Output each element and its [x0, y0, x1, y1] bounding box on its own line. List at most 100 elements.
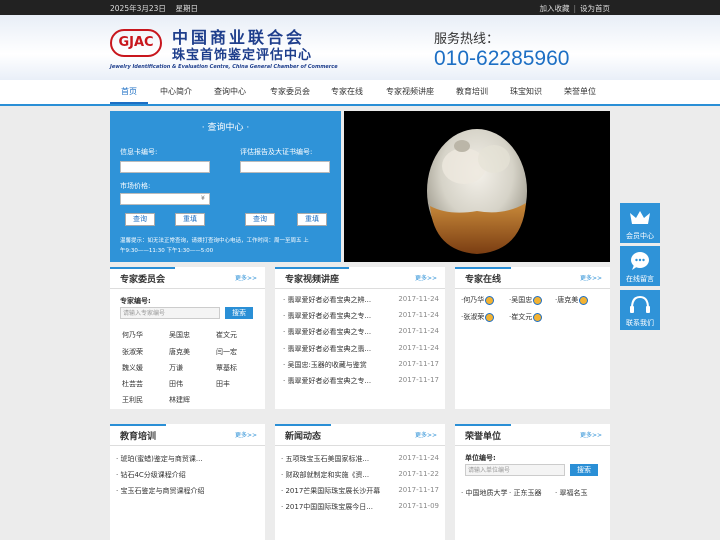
education-item-title: 钻石4C分级课程介绍 [120, 471, 186, 479]
market-price-input[interactable] [120, 193, 210, 205]
honor-unit[interactable]: · 正东玉器 [509, 488, 541, 498]
top-bar: 2025年3月23日 星期日 加入收藏 | 设为首页 [0, 0, 720, 15]
news-item[interactable]: · 2017中国国际珠宝展今日... 2017-11-09 [281, 502, 439, 512]
honor-units-more-link[interactable]: 更多>> [580, 430, 602, 439]
qq-chat-icon[interactable] [485, 295, 495, 305]
honor-unit[interactable]: · 翠福名玉 [555, 488, 587, 498]
card-reset-button[interactable]: 重填 [175, 213, 205, 226]
news-item-date: 2017-11-17 [398, 486, 439, 494]
video-item-title: 翡翠爱好者必看宝典之专... [287, 328, 372, 336]
set-homepage-link[interactable]: 设为首页 [580, 4, 610, 13]
add-favorite-link[interactable]: 加入收藏 [539, 4, 569, 13]
expert-name[interactable]: 王利民 [122, 395, 143, 405]
nav-home[interactable]: 首页 [110, 80, 148, 104]
expert-name[interactable]: 张淑荣 [122, 347, 143, 357]
expert-name[interactable]: 田伟 [169, 379, 183, 389]
video-item[interactable]: · 翡翠爱好者必看宝典之专... 2017-11-24 [283, 311, 439, 321]
online-expert[interactable]: ·吴国忠 [509, 295, 543, 305]
expert-name[interactable]: 田丰 [216, 379, 230, 389]
expert-id-label: 专家编号: [120, 297, 151, 305]
video-item-date: 2017-11-17 [398, 376, 439, 384]
expert-name[interactable]: 唐克美 [169, 347, 190, 357]
online-expert-name: 张淑荣 [463, 313, 485, 321]
news-item-date: 2017-11-24 [398, 454, 439, 462]
unit-id-input[interactable]: 请输入单位编号 [465, 464, 565, 476]
qq-chat-icon[interactable] [485, 312, 495, 322]
expert-name[interactable]: 崔文元 [216, 330, 237, 340]
expert-name[interactable]: 万谦 [169, 363, 183, 373]
nav-experts[interactable]: 专家委员会 [262, 80, 318, 104]
video-lecture-panel: 专家视频讲座 更多>> · 翡翠爱好者必看宝典之辨... 2017-11-24 ·… [275, 267, 445, 409]
expert-name[interactable]: 林建辉 [169, 395, 190, 405]
news-item[interactable]: · 2017芒果国际珠宝展长沙开幕 2017-11-17 [281, 486, 439, 496]
expert-committee-title: 专家委员会 [110, 267, 176, 289]
report-number-label: 评估报告及大证书编号: [240, 148, 313, 156]
news-item-title: 财政部就制定和实施《资... [285, 471, 370, 479]
honor-units-title: 荣誉单位 [455, 424, 512, 446]
member-center-button[interactable]: 会员中心 [620, 203, 660, 243]
education-more-link[interactable]: 更多>> [235, 430, 257, 439]
online-expert[interactable]: ·唐克美 [555, 295, 589, 305]
qq-chat-icon[interactable] [579, 295, 589, 305]
education-item[interactable]: · 钻石4C分级课程介绍 [116, 470, 186, 480]
online-message-button[interactable]: 在线留言 [620, 246, 660, 286]
news-more-link[interactable]: 更多>> [415, 430, 437, 439]
qq-chat-icon[interactable] [533, 312, 543, 322]
experts-online-more-link[interactable]: 更多>> [580, 273, 602, 282]
currency-symbol: ¥ [201, 195, 205, 202]
video-item[interactable]: · 翡翠爱好者必看宝典之辨... 2017-11-24 [283, 295, 439, 305]
video-item-title: 翡翠爱好者必看宝典之翡... [287, 345, 372, 353]
expert-committee-more-link[interactable]: 更多>> [235, 273, 257, 282]
nav-online[interactable]: 专家在线 [324, 80, 370, 104]
news-item[interactable]: · 财政部就制定和实施《资... 2017-11-22 [281, 470, 439, 480]
nav-education[interactable]: 教育培训 [450, 80, 494, 104]
online-expert-name: 何乃华 [463, 296, 485, 304]
report-number-input[interactable] [240, 161, 330, 173]
report-query-button[interactable]: 查询 [245, 213, 275, 226]
education-title: 教育培训 [110, 424, 167, 446]
online-expert[interactable]: ·何乃华 [461, 295, 495, 305]
online-expert-name: 崔文元 [511, 313, 533, 321]
online-expert[interactable]: ·崔文元 [509, 312, 543, 322]
honor-unit[interactable]: · 中国地质大学 [461, 488, 507, 498]
video-item[interactable]: · 吴国忠:玉器的收藏与鉴赏 2017-11-17 [283, 360, 439, 370]
expert-search-button[interactable]: 搜索 [225, 307, 253, 319]
expert-name[interactable]: 闫一宏 [216, 347, 237, 357]
news-item-title: 2017中国国际珠宝展今日... [285, 503, 373, 511]
nav-about[interactable]: 中心简介 [152, 80, 200, 104]
nav-query[interactable]: 查询中心 [206, 80, 254, 104]
video-item[interactable]: · 翡翠爱好者必看宝典之专... 2017-11-24 [283, 327, 439, 337]
expert-name[interactable]: 覃基标 [216, 363, 237, 373]
education-item[interactable]: · 宝玉石鉴定与商贸课程介绍 [116, 486, 204, 496]
video-lecture-more-link[interactable]: 更多>> [415, 273, 437, 282]
banner-image[interactable] [344, 111, 610, 262]
nav-video[interactable]: 专家视频讲座 [380, 80, 440, 104]
contact-us-button[interactable]: 联系我们 [620, 290, 660, 330]
video-item[interactable]: · 翡翠爱好者必看宝典之专... 2017-11-17 [283, 376, 439, 386]
education-item-title: 琥珀(蜜蜡)鉴定与商贸课... [120, 455, 203, 463]
weekday-text: 星期日 [175, 4, 198, 13]
experts-online-header: 专家在线 更多>> [455, 267, 610, 289]
video-item-title: 翡翠爱好者必看宝典之辨... [287, 296, 372, 304]
video-item[interactable]: · 翡翠爱好者必看宝典之翡... 2017-11-24 [283, 344, 439, 354]
expert-name[interactable]: 吴国忠 [169, 330, 190, 340]
unit-search-button[interactable]: 搜索 [570, 464, 598, 476]
expert-name[interactable]: 杜芸芸 [122, 379, 143, 389]
card-number-input[interactable] [120, 161, 210, 173]
expert-name[interactable]: 何乃华 [122, 330, 143, 340]
news-panel: 新闻动态 更多>> · 五项珠宝玉石美国家标准... 2017-11-24 · 财… [275, 424, 445, 540]
qq-chat-icon[interactable] [533, 295, 543, 305]
expert-name[interactable]: 魏义媛 [122, 363, 143, 373]
news-item[interactable]: · 五项珠宝玉石美国家标准... 2017-11-24 [281, 454, 439, 464]
chat-bubble-icon [631, 252, 649, 270]
report-reset-button[interactable]: 重填 [297, 213, 327, 226]
logo-badge[interactable]: GJAC [110, 29, 162, 57]
online-expert[interactable]: ·张淑荣 [461, 312, 495, 322]
education-item[interactable]: · 琥珀(蜜蜡)鉴定与商贸课... [116, 454, 203, 464]
expert-id-input[interactable]: 请输入专家编号 [120, 307, 220, 319]
nav-honor[interactable]: 荣誉单位 [558, 80, 602, 104]
nav-knowledge[interactable]: 珠宝知识 [504, 80, 548, 104]
video-item-title: 翡翠爱好者必看宝典之专... [287, 377, 372, 385]
card-query-button[interactable]: 查询 [125, 213, 155, 226]
news-item-date: 2017-11-09 [398, 502, 439, 510]
